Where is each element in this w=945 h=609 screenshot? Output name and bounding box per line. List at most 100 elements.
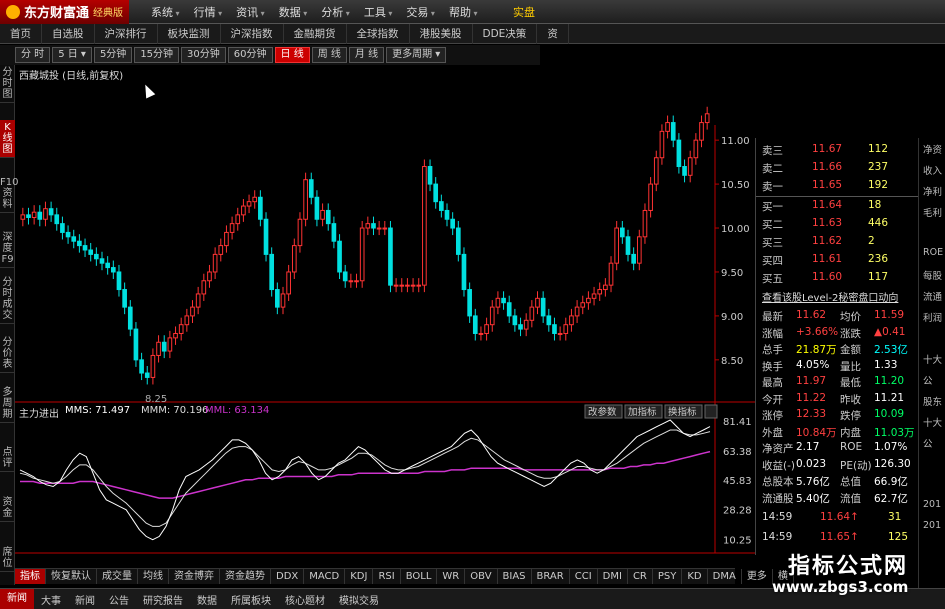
left-tab-4[interactable]: 分时成交 (0, 275, 15, 324)
left-tab-0[interactable]: 分时图 (0, 65, 15, 103)
status-tab-0[interactable]: 新闻 (0, 589, 34, 609)
left-tab-5[interactable]: 分价表 (0, 335, 15, 373)
mms-line (19, 419, 711, 541)
period-tab-7[interactable]: 周 线 (311, 47, 347, 63)
menu-item-4[interactable]: 分析 (321, 4, 350, 20)
indicator-tab-13[interactable]: BIAS (498, 569, 532, 584)
period-tab-4[interactable]: 30分钟 (181, 47, 226, 63)
low-price-marker: 8.25 (145, 394, 168, 405)
bid-row-1-vol: 446 (868, 217, 889, 229)
period-tab-1[interactable]: 5 日 ▾ (52, 47, 92, 63)
status-tab-4[interactable]: 研究报告 (136, 592, 190, 607)
indicator-tab-12[interactable]: OBV (465, 569, 498, 584)
period-tab-8[interactable]: 月 线 (348, 47, 385, 63)
status-tab-8[interactable]: 模拟交易 (332, 592, 386, 607)
status-tab-7[interactable]: 核心题材 (278, 592, 332, 607)
indicator-tab-11[interactable]: WR (437, 569, 466, 584)
menu-item-2[interactable]: 资讯 (236, 4, 265, 20)
indicator-tab-18[interactable]: PSY (653, 569, 683, 584)
indicator-tab-20[interactable]: DMA (708, 569, 742, 584)
indicator-btn-0[interactable]: 改参数 (588, 406, 617, 418)
nav-item-1[interactable]: 自选股 (42, 23, 95, 44)
candle-body (348, 280, 354, 283)
stat-label-b: 量比 (840, 360, 861, 373)
indicator-tab-3[interactable]: 均线 (138, 569, 169, 584)
indicator-close-icon (704, 404, 718, 419)
menu-item-6[interactable]: 交易 (406, 4, 435, 20)
left-tab-1[interactable]: K线图 (0, 120, 15, 158)
nav-item-7[interactable]: 港股美股 (410, 23, 473, 44)
period-tab-0[interactable]: 分 时 (15, 47, 51, 63)
indicator-tab-15[interactable]: CCI (570, 569, 598, 584)
menu-item-0[interactable]: 系统 (151, 4, 180, 20)
stat-value-a: 4.05% (796, 358, 830, 371)
indicator-tab-0[interactable]: 指标 (15, 569, 46, 584)
nav-item-3[interactable]: 板块监测 (158, 23, 221, 44)
indicator-tab-8[interactable]: KDJ (345, 569, 374, 584)
stat-label-a: 换手 (762, 360, 783, 373)
period-tab-5[interactable]: 60分钟 (227, 47, 273, 63)
bid-row-3: 买四 11.61 236 (756, 252, 919, 267)
nav-item-2[interactable]: 沪深排行 (95, 23, 158, 44)
menu-item-3[interactable]: 数据 (279, 4, 308, 20)
status-tab-1[interactable]: 大事 (34, 592, 68, 607)
status-tab-6[interactable]: 所属板块 (224, 592, 278, 607)
indicator-btn-2[interactable]: 换指标 (668, 406, 697, 418)
indicator-tab-7[interactable]: MACD (304, 569, 346, 584)
menu-item-5[interactable]: 工具 (364, 4, 393, 20)
indicator-tab-5[interactable]: 资金趋势 (220, 569, 271, 584)
left-tab-3[interactable]: 深度F9 (0, 230, 15, 268)
nav-item-8[interactable]: DDE决策 (473, 23, 538, 44)
menu-item-1[interactable]: 行情 (194, 4, 223, 20)
left-tab-7[interactable]: 点评 (0, 445, 15, 472)
indicator-tab-17[interactable]: CR (628, 569, 653, 584)
indicator-tab-6[interactable]: DDX (271, 569, 305, 584)
stat-value-b: 11.20 (874, 375, 905, 387)
status-tab-2[interactable]: 新闻 (68, 592, 102, 607)
stat-row-2: 总手 21.87万 金额 2.53亿 (756, 341, 919, 356)
period-tab-2[interactable]: 5分钟 (93, 47, 133, 63)
ask-bid-divider (756, 196, 919, 197)
indicator-tab-14[interactable]: BRAR (532, 569, 570, 584)
indicator-btn-1[interactable]: 加指标 (628, 406, 657, 418)
stat-row-9: 收益(-) 0.023 PE(动) 126.30 (756, 457, 919, 472)
indicator-tab-4[interactable]: 资金博弈 (169, 569, 220, 584)
kline-chart[interactable]: 11.00 10.50 10.00 9.50 9.00 8.50 81.41 63.38 45.… (15, 65, 755, 555)
indicator-tab-10[interactable]: BOLL (401, 569, 438, 584)
indicator-tab-1[interactable]: 恢复默认 (46, 569, 97, 584)
chart-canvas[interactable]: 11.00 10.50 10.00 9.50 9.00 8.50 81.41 63.38 45.… (15, 65, 755, 555)
indicator-tab-2[interactable]: 成交量 (97, 569, 138, 584)
period-tab-6[interactable]: 日 线 (274, 47, 310, 63)
indicator-tab-19[interactable]: KD (682, 569, 708, 584)
left-tab-2[interactable]: F10资料 (0, 175, 18, 213)
ask-row-2-price: 11.65 (812, 179, 843, 191)
candle-body (518, 324, 523, 330)
indicator-tab-9[interactable]: RSI (373, 569, 401, 584)
candle-body (235, 214, 241, 225)
menu-item-7[interactable]: 帮助 (449, 4, 478, 20)
period-tab-3[interactable]: 15分钟 (134, 47, 180, 63)
left-tab-9[interactable]: 席位 (0, 545, 15, 572)
nav-item-4[interactable]: 沪深指数 (221, 23, 284, 44)
nav-item-5[interactable]: 金融期货 (284, 23, 347, 44)
realtrade-link[interactable]: 实盘 (513, 4, 945, 20)
stat-row-4: 最高 11.97 最低 11.20 (756, 374, 919, 389)
stat-label-a: 净资产 (762, 443, 794, 455)
left-tab-6[interactable]: 多周期 (0, 385, 15, 423)
nav-item-9[interactable]: 资 (537, 23, 569, 44)
status-tab-5[interactable]: 数据 (190, 592, 224, 607)
period-tab-9[interactable]: 更多周期 ▾ (386, 47, 447, 63)
bid-row-1-label: 买二 (762, 219, 783, 231)
status-tab-3[interactable]: 公告 (102, 592, 136, 607)
nav-item-6[interactable]: 全球指数 (347, 23, 410, 44)
candle-body (455, 227, 461, 255)
period-selector: 分 时5 日 ▾ 5分钟 15分钟 30分钟 60分钟日 线周 线月 线更多周期 ▾ (0, 45, 540, 65)
left-tab-8[interactable]: 资金 (0, 495, 15, 522)
stat-label-b: 流值 (840, 492, 861, 505)
level2-link[interactable]: 查看该股Level-2秘密盘口动向 (762, 289, 898, 304)
candle-body (489, 306, 495, 326)
bid-row-1-price: 11.63 (812, 217, 843, 229)
nav-item-0[interactable]: 首页 (0, 23, 42, 44)
candle-body (291, 245, 297, 273)
indicator-tab-16[interactable]: DMI (598, 569, 628, 584)
